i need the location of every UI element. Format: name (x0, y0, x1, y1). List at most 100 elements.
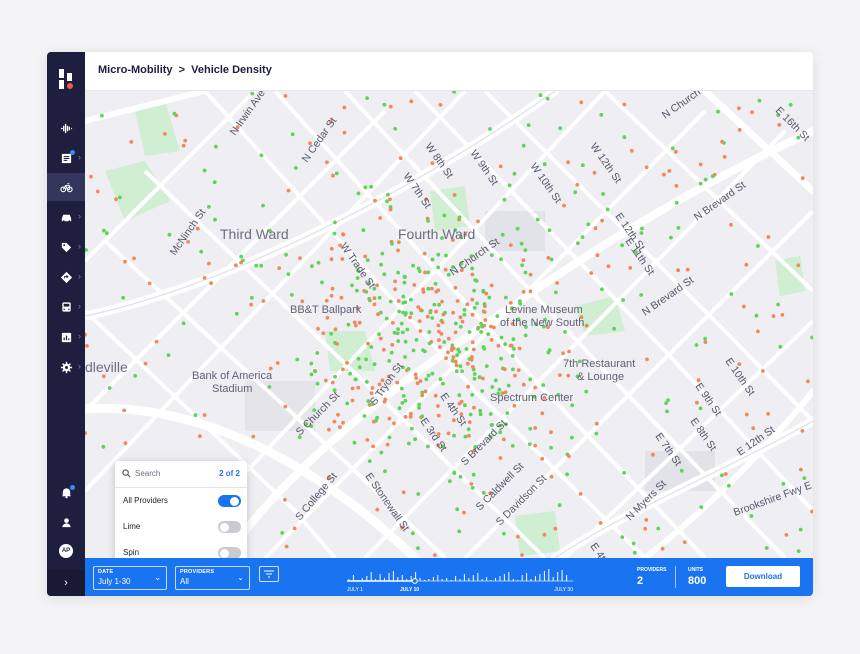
sidebar-item-documents[interactable]: › (47, 144, 85, 172)
sidebar-item-settings[interactable]: › (47, 353, 85, 381)
vehicle-dot (341, 420, 345, 425)
vehicle-dot (387, 359, 392, 363)
vehicle-dot (114, 197, 118, 202)
vehicle-dot (380, 251, 385, 256)
vehicle-dot (670, 146, 675, 151)
vehicle-dot (458, 364, 463, 368)
vehicle-dot (163, 132, 167, 136)
vehicle-dot (643, 526, 648, 531)
avatar[interactable]: AP (59, 544, 73, 558)
vehicle-dot (506, 383, 511, 388)
vehicle-dot (460, 369, 464, 374)
vehicle-dot (277, 266, 282, 270)
vehicle-dot (470, 312, 475, 317)
app-logo[interactable] (56, 68, 76, 90)
vehicle-dot (434, 309, 438, 314)
sidebar-item-directions[interactable]: › (47, 263, 85, 291)
vehicle-dot (517, 346, 522, 351)
providers-label: PROVIDERS (180, 569, 215, 575)
vehicle-dot (444, 253, 448, 258)
vehicle-dot (546, 350, 551, 355)
providers-select[interactable]: PROVIDERS All ⌄ (175, 566, 250, 590)
chevron-down-icon: ⌄ (237, 573, 244, 582)
vehicle-dot (749, 514, 754, 518)
vehicle-dot (389, 350, 394, 355)
vehicle-dot (350, 283, 354, 288)
vehicle-dot (458, 324, 463, 329)
sidebar-item-car[interactable]: › (47, 203, 85, 231)
sidebar-item-reports[interactable]: › (47, 323, 85, 351)
vehicle-dot (365, 258, 370, 262)
sidebar-item-tag[interactable]: › (47, 233, 85, 261)
vehicle-dot (107, 386, 112, 390)
vehicle-dot (489, 253, 494, 257)
vehicle-dot (100, 113, 104, 118)
vehicle-dot (695, 400, 699, 405)
vehicle-dot (377, 295, 382, 300)
vehicle-dot (458, 315, 463, 320)
breadcrumb-parent[interactable]: Micro-Mobility (98, 64, 173, 76)
vehicle-dot (426, 444, 430, 449)
sidebar-item-activity[interactable] (47, 114, 85, 142)
vehicle-dot (460, 319, 465, 324)
vehicle-dot (482, 302, 487, 306)
landmark-label: Spectrum Center (490, 392, 573, 404)
vehicle-dot (95, 189, 100, 194)
vehicle-dot (422, 251, 427, 256)
date-value: July 1-30 (98, 577, 131, 586)
vehicle-dot (487, 295, 492, 300)
vehicle-dot (381, 347, 386, 352)
timeline-slider[interactable]: JULY 1 JULY 10 JULY 30 (347, 560, 577, 594)
vehicle-dot (437, 338, 441, 342)
vehicle-dot (515, 226, 520, 231)
vehicle-dot (330, 286, 335, 291)
vehicle-dot (249, 302, 254, 307)
vehicle-dot (778, 344, 783, 349)
toggle-lime[interactable] (218, 521, 241, 533)
toggle-all-providers[interactable] (218, 495, 241, 507)
vehicle-dot (488, 412, 493, 416)
provider-option-lime[interactable]: Lime (115, 514, 247, 540)
date-select[interactable]: DATE July 1-30 ⌄ (93, 566, 167, 590)
vehicle-dot (403, 339, 408, 344)
filter-button[interactable] (259, 566, 279, 582)
vehicle-dot (397, 309, 401, 314)
chevron-right-icon: › (78, 211, 81, 221)
vehicle-dot (542, 162, 547, 167)
vehicle-dot (325, 160, 329, 165)
timeline-handle[interactable] (411, 578, 418, 584)
vehicle-dot (523, 270, 528, 275)
vehicle-dot (685, 267, 690, 272)
park (430, 186, 470, 231)
timeline-histogram[interactable] (347, 560, 577, 586)
search-input[interactable] (135, 467, 205, 479)
notifications-button[interactable] (47, 478, 85, 506)
vehicle-dot (404, 311, 408, 315)
user-button[interactable] (47, 508, 85, 536)
vehicle-dot (470, 355, 474, 359)
vehicle-dot (470, 485, 475, 490)
vehicle-dot (676, 226, 681, 230)
vehicle-dot (379, 262, 383, 267)
download-button[interactable]: Download (726, 566, 800, 587)
vehicle-dot (123, 441, 128, 446)
vehicle-dot (540, 411, 545, 416)
vehicle-dot (645, 357, 649, 362)
vehicle-dot (516, 368, 521, 372)
vehicle-dot (409, 411, 413, 416)
vehicle-dot (340, 257, 345, 261)
provider-option-all[interactable]: All Providers (115, 488, 247, 514)
collapse-sidebar-button[interactable]: › (47, 570, 85, 596)
vehicle-dot (400, 401, 405, 405)
vehicle-dot (335, 342, 339, 346)
vehicle-dot (664, 401, 668, 405)
vehicle-dot (471, 472, 476, 477)
vehicle-dot (333, 220, 337, 225)
vehicle-dot (181, 143, 186, 148)
vehicle-dot (313, 369, 318, 374)
vehicle-dot (118, 195, 122, 200)
sidebar-item-bus[interactable]: › (47, 293, 85, 321)
vehicle-dot (430, 257, 435, 262)
sidebar-item-bicycle[interactable] (47, 173, 85, 201)
vehicle-dot (284, 544, 289, 549)
